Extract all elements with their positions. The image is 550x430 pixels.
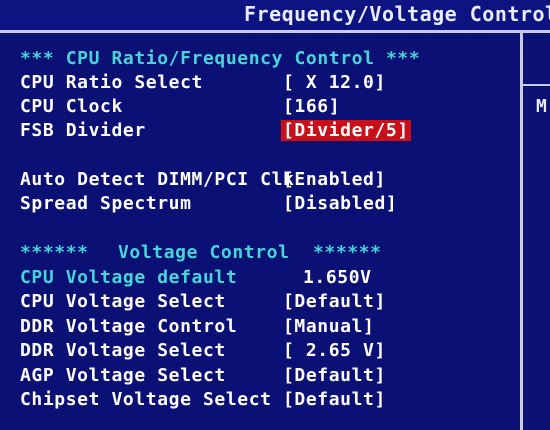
cpu-voltage-select-value[interactable]: [Default] (283, 291, 386, 312)
ddr-voltage-select-label: DDR Voltage Select (20, 340, 226, 361)
cpu-clock-value[interactable]: [166] (283, 96, 340, 117)
ddr-voltage-control-value[interactable]: [Manual] (283, 316, 375, 337)
fsb-divider-value[interactable]: [Divider/5] (281, 120, 411, 141)
cpu-clock-label: CPU Clock (20, 96, 123, 117)
page-title: Frequency/Voltage Control (244, 2, 550, 26)
voltage-heading-right-stars: ****** (313, 242, 382, 263)
agp-voltage-select-value[interactable]: [Default] (283, 365, 386, 386)
help-panel-text: M (536, 96, 547, 117)
header-divider (0, 30, 550, 33)
help-panel (523, 33, 550, 430)
help-panel-divider (523, 84, 550, 86)
cpu-ratio-select-value[interactable]: [ X 12.0] (283, 72, 386, 93)
cpu-voltage-default-label: CPU Voltage default (20, 267, 238, 288)
auto-detect-clk-value[interactable]: [Enabled] (283, 169, 386, 190)
voltage-heading-left-stars: ****** (20, 242, 89, 263)
spread-spectrum-value[interactable]: [Disabled] (283, 193, 397, 214)
agp-voltage-select-label: AGP Voltage Select (20, 365, 226, 386)
ddr-voltage-control-label: DDR Voltage Control (20, 316, 238, 337)
cpu-voltage-default-value: 1.650V (303, 267, 372, 288)
cpu-voltage-select-label: CPU Voltage Select (20, 291, 226, 312)
cpu-ratio-select-label: CPU Ratio Select (20, 72, 203, 93)
cpu-section-heading: *** CPU Ratio/Frequency Control *** (20, 48, 421, 69)
voltage-section-heading: Voltage Control (118, 242, 290, 263)
chipset-voltage-select-value[interactable]: [Default] (283, 389, 386, 410)
fsb-divider-label: FSB Divider (20, 120, 146, 141)
auto-detect-clk-label: Auto Detect DIMM/PCI Clk (20, 169, 295, 190)
chipset-voltage-select-label: Chipset Voltage Select (20, 389, 272, 410)
ddr-voltage-select-value[interactable]: [ 2.65 V] (283, 340, 386, 361)
selected-value-highlight[interactable]: [Divider/5] (281, 120, 411, 141)
spread-spectrum-label: Spread Spectrum (20, 193, 192, 214)
